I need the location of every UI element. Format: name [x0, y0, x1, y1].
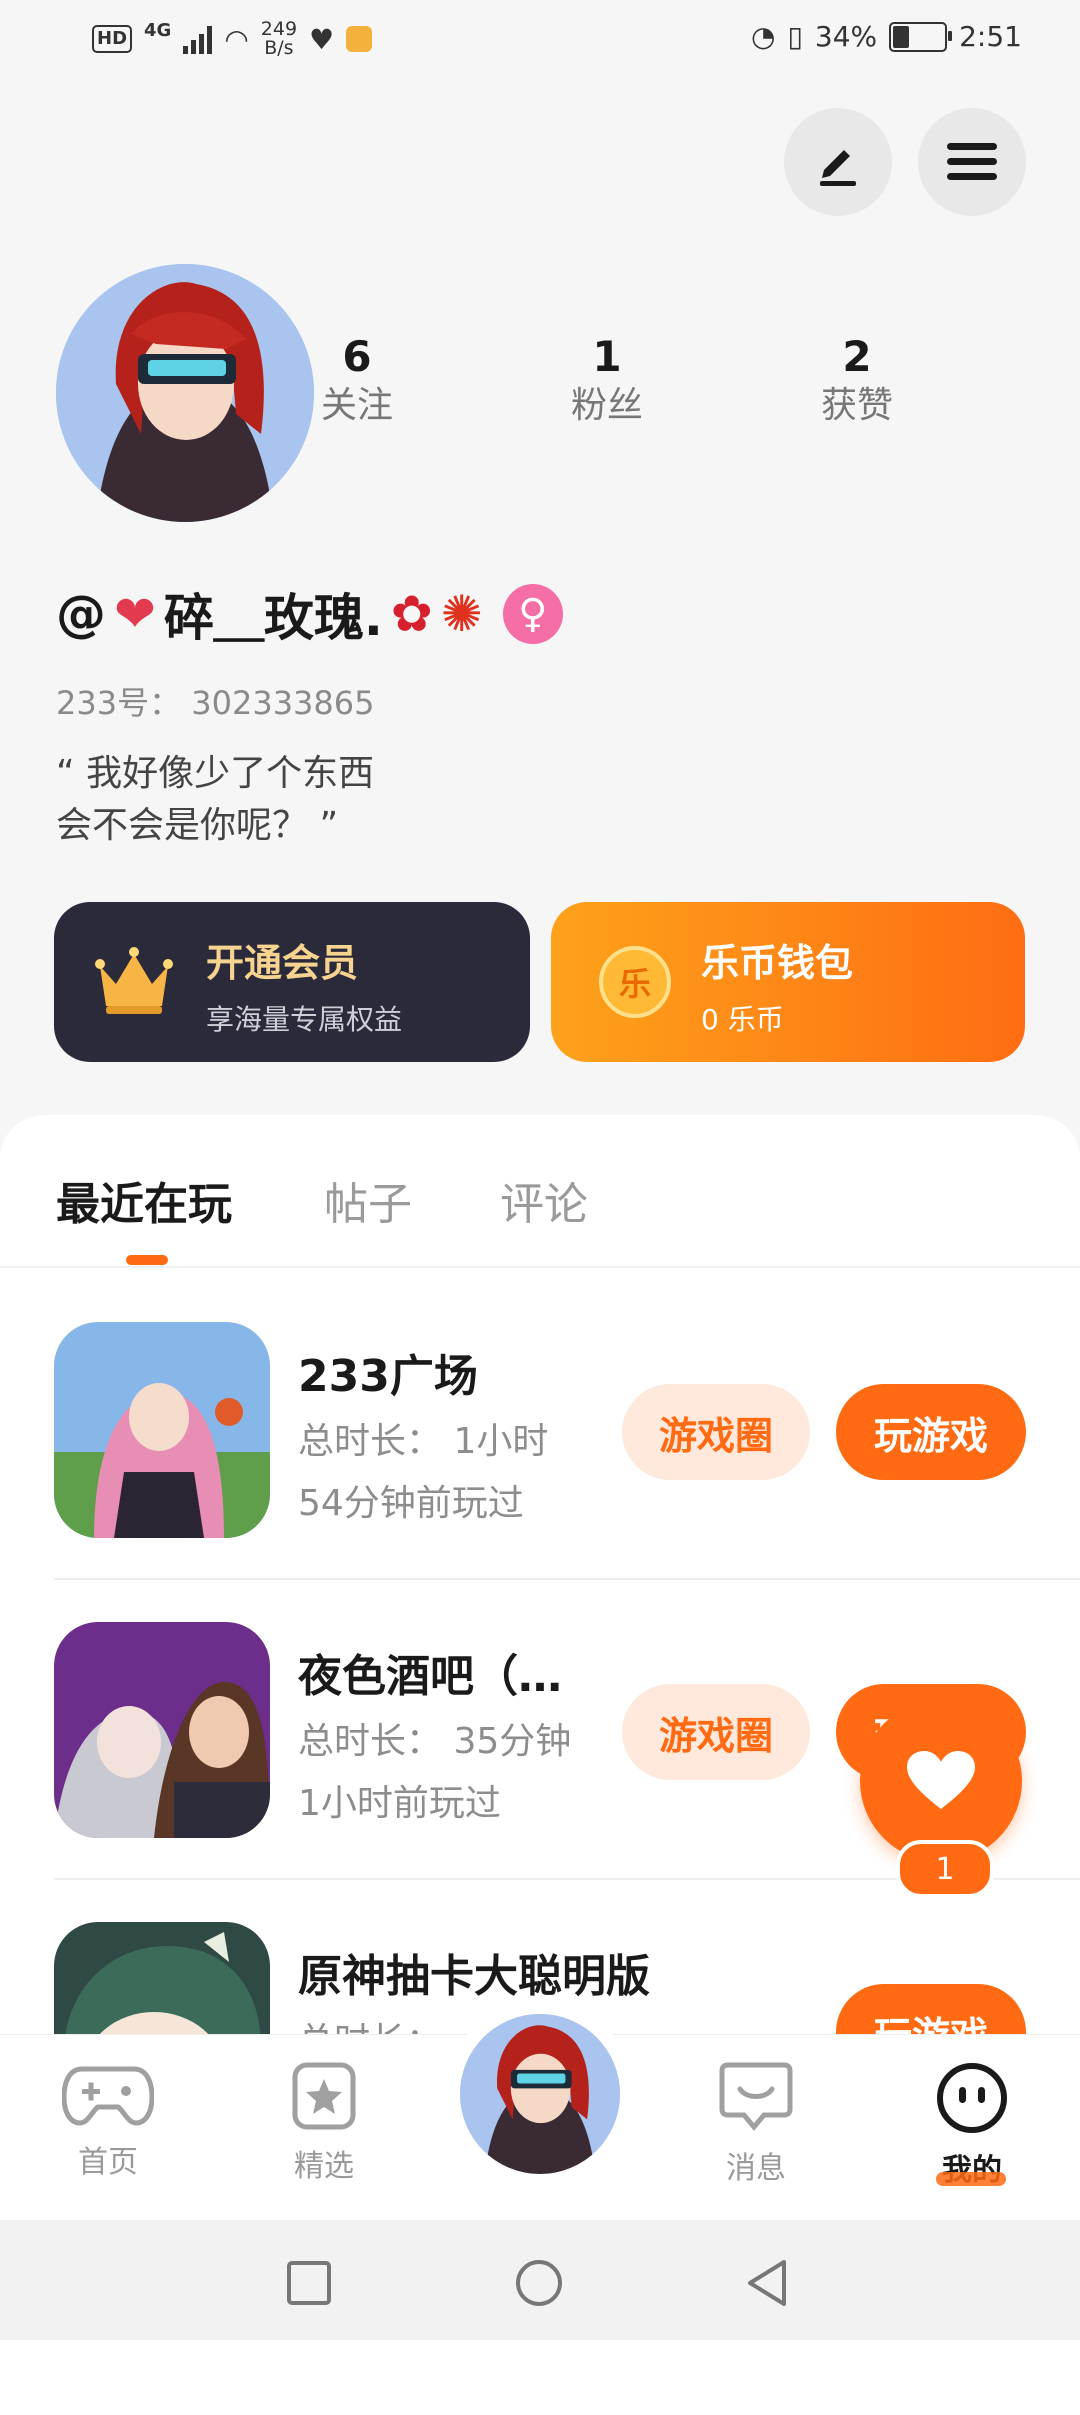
back-icon[interactable]	[744, 2258, 790, 2308]
heart-arrow-icon: ❤	[114, 585, 156, 643]
edit-profile-button[interactable]	[784, 108, 892, 216]
recent-apps-icon[interactable]	[286, 2260, 332, 2306]
wallet-balance: 0 乐币	[701, 1003, 784, 1036]
nav-center-avatar[interactable]	[446, 2000, 634, 2188]
anger-icon: ✺	[440, 585, 483, 643]
nickname-row: @ ❤ 碎＿玫瑰. ✿ ✺ ♀	[56, 578, 563, 650]
stat-following[interactable]: 6 关注	[282, 332, 432, 430]
nickname-at: @	[56, 585, 106, 643]
network-type: 4G	[144, 20, 172, 41]
star-bookmark-icon	[292, 2062, 356, 2130]
battery-percent: 34%	[814, 20, 878, 53]
heart-icon	[907, 1751, 975, 1809]
stat-fans[interactable]: 1 粉丝	[532, 332, 682, 430]
game-last-played: 54分钟前玩过	[298, 1483, 524, 1524]
play-game-button[interactable]: 玩游戏	[836, 1984, 1026, 2034]
menu-icon	[947, 143, 997, 180]
chat-icon	[719, 2062, 793, 2131]
game-last-played: 1小时前玩过	[298, 1783, 501, 1824]
active-tab-indicator	[126, 1255, 168, 1265]
stat-likes[interactable]: 2 获赞	[782, 332, 932, 430]
avatar-illustration	[56, 264, 314, 522]
nav-featured-label: 精选	[294, 2149, 354, 2184]
net-speed: 249 B/s	[260, 18, 298, 59]
pencil-icon	[820, 150, 856, 186]
bio-line-2: 会不会是你呢？ ”	[56, 805, 339, 846]
game-icon[interactable]	[54, 1922, 270, 2034]
game-duration: 总时长： 35分钟	[298, 1721, 572, 1762]
tab-divider	[0, 1266, 1080, 1268]
vip-title: 开通会员	[206, 941, 359, 985]
nav-messages-label: 消息	[726, 2151, 786, 2186]
nav-featured[interactable]: 精选	[244, 2061, 404, 2185]
fans-label: 粉丝	[570, 385, 643, 426]
gamepad-icon	[61, 2066, 155, 2126]
nav-home-label: 首页	[78, 2145, 138, 2180]
wifi-icon: ◠	[224, 22, 249, 56]
game-circle-button[interactable]: 游戏圈	[622, 1384, 810, 1480]
crown-icon	[95, 947, 173, 1014]
nav-active-indicator	[936, 2172, 1006, 2186]
clock: 2:51	[959, 20, 1022, 53]
vibrate-icon: ▯	[787, 20, 803, 53]
vip-subtitle: 享海量专属权益	[206, 1003, 403, 1036]
game-icon[interactable]	[54, 1622, 270, 1838]
fans-count: 1	[592, 332, 622, 381]
tab-recently-played[interactable]: 最近在玩	[56, 1168, 232, 1232]
game-icon[interactable]	[54, 1322, 270, 1538]
bio-line-1: “ 我好像少了个东西	[56, 753, 375, 794]
heart-rate-icon: ♥	[309, 22, 335, 56]
tab-comments[interactable]: 评论	[500, 1168, 588, 1232]
game-circle-button[interactable]: 游戏圈	[622, 1684, 810, 1780]
floating-like-count: 1	[896, 1840, 994, 1898]
game-duration: 总时长： 1小时	[298, 1421, 549, 1462]
data-saver-icon: ◔	[751, 20, 776, 53]
nav-mine[interactable]: 我的	[892, 2061, 1052, 2189]
wallet-card[interactable]: 乐 乐币钱包 0 乐币	[551, 902, 1025, 1062]
status-bar: HD 4G ◠ 249 B/s ♥ ◔ ▯ 34% 2:51	[0, 0, 1080, 86]
profile-avatar[interactable]	[56, 264, 314, 522]
hd-indicator: HD	[92, 25, 133, 53]
female-gender-icon: ♀	[502, 584, 563, 644]
system-nav-bar	[0, 2220, 1080, 2340]
row-divider	[54, 1578, 1080, 1580]
tab-posts[interactable]: 帖子	[324, 1168, 412, 1232]
coin-icon: 乐	[599, 946, 671, 1018]
likes-label: 获赞	[820, 385, 893, 426]
nickname: 碎＿玫瑰.	[163, 589, 383, 647]
game-row[interactable]: 233广场 总时长： 1小时 54分钟前玩过 游戏圈 玩游戏	[0, 1322, 1080, 1622]
home-icon[interactable]	[514, 2258, 564, 2308]
bio: “ 我好像少了个东西 会不会是你呢？ ”	[56, 748, 374, 852]
following-count: 6	[342, 332, 372, 381]
game-title: 原神抽卡大聪明版	[298, 1951, 650, 2002]
battery-icon	[889, 21, 953, 52]
play-game-button[interactable]: 玩游戏	[836, 1384, 1026, 1480]
likes-count: 2	[842, 332, 872, 381]
game-duration: 总时长：	[298, 2012, 442, 2034]
smiley-icon	[937, 2063, 1007, 2133]
user-id[interactable]: 233号： 302333865	[56, 678, 375, 724]
wallet-title: 乐币钱包	[701, 941, 854, 985]
following-label: 关注	[320, 385, 393, 426]
vip-card[interactable]: 开通会员 享海量专属权益	[54, 902, 530, 1062]
menu-button[interactable]	[918, 108, 1026, 216]
signal-icon	[183, 24, 213, 54]
rose-icon: ✿	[390, 585, 433, 643]
nav-home[interactable]: 首页	[28, 2061, 188, 2181]
notification-app-icon	[346, 26, 373, 52]
avatar	[460, 2014, 620, 2174]
nav-messages[interactable]: 消息	[676, 2061, 836, 2187]
floating-like-button[interactable]	[860, 1700, 1022, 1862]
game-title: 夜色酒吧（…	[298, 1651, 562, 1702]
game-title: 233广场	[298, 1351, 478, 1402]
